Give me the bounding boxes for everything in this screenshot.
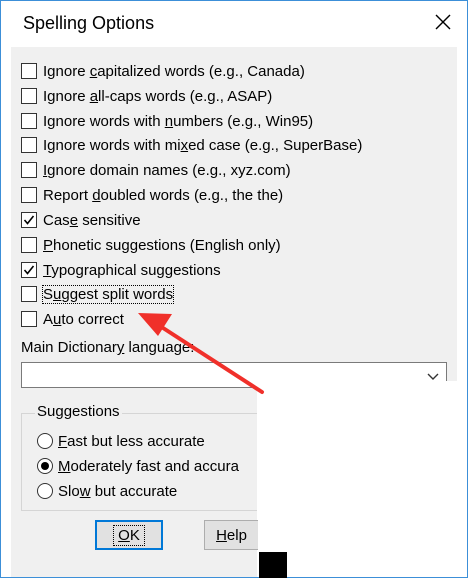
checkbox[interactable] — [21, 162, 37, 178]
spelling-options-dialog: Spelling Options Ignore capitalized word… — [0, 0, 468, 578]
close-icon — [435, 14, 451, 30]
radio-moderately-fast[interactable]: Moderately fast and accura — [37, 456, 239, 476]
checkbox[interactable] — [21, 137, 37, 153]
option-report-doubled-words[interactable]: Report doubled words (e.g., the the) — [21, 185, 283, 205]
checkbox[interactable] — [21, 237, 37, 253]
dialog-title: Spelling Options — [23, 13, 155, 33]
option-typographical-suggestions[interactable]: Typographical suggestions — [21, 260, 221, 280]
title-bar: Spelling Options — [1, 1, 467, 47]
option-label: Suggest split words — [41, 284, 175, 304]
radio-slow-accurate[interactable]: Slow but accurate — [37, 481, 177, 501]
option-suggest-split-words[interactable]: Suggest split words — [21, 284, 175, 304]
close-button[interactable] — [431, 10, 455, 34]
option-ignore-mixed-case[interactable]: Ignore words with mixed case (e.g., Supe… — [21, 135, 362, 155]
option-label: Report doubled words (e.g., the the) — [43, 186, 284, 204]
checkbox-checked[interactable] — [21, 262, 37, 278]
radio-label: Moderately fast and accura — [58, 457, 239, 475]
option-ignore-numbers[interactable]: Ignore words with numbers (e.g., Win95) — [21, 111, 313, 131]
radio-button[interactable] — [37, 483, 53, 499]
help-button[interactable]: Help — [204, 520, 258, 550]
option-label: Ignore words with mixed case (e.g., Supe… — [43, 136, 363, 154]
main-dictionary-label: Main Dictionary language: — [21, 339, 195, 356]
option-label: Ignore domain names (e.g., xyz.com) — [43, 161, 291, 179]
black-artifact — [259, 552, 287, 578]
checkmark-icon — [23, 265, 35, 275]
checkbox[interactable] — [21, 63, 37, 79]
option-label: Ignore capitalized words (e.g., Canada) — [43, 62, 305, 80]
checkbox[interactable] — [21, 286, 37, 302]
checkbox[interactable] — [21, 113, 37, 129]
checkmark-icon — [23, 215, 35, 225]
option-label: Ignore all-caps words (e.g., ASAP) — [43, 87, 273, 105]
option-label: Ignore words with numbers (e.g., Win95) — [43, 112, 314, 130]
ok-button-label: OK — [113, 524, 145, 546]
checkbox[interactable] — [21, 88, 37, 104]
option-phonetic-suggestions[interactable]: Phonetic suggestions (English only) — [21, 235, 281, 255]
checkbox[interactable] — [21, 311, 37, 327]
option-ignore-all-caps[interactable]: Ignore all-caps words (e.g., ASAP) — [21, 86, 272, 106]
radio-button[interactable] — [37, 433, 53, 449]
checkbox[interactable] — [21, 187, 37, 203]
cropped-region — [257, 381, 457, 577]
option-label: Typographical suggestions — [43, 261, 221, 279]
radio-fast-less-accurate[interactable]: Fast but less accurate — [37, 431, 205, 451]
radio-label: Slow but accurate — [58, 482, 178, 500]
help-button-label: Help — [216, 526, 247, 544]
option-ignore-capitalized[interactable]: Ignore capitalized words (e.g., Canada) — [21, 61, 305, 81]
radio-label: Fast but less accurate — [58, 432, 205, 450]
option-auto-correct[interactable]: Auto correct — [21, 309, 124, 329]
checkbox-checked[interactable] — [21, 212, 37, 228]
radio-button-selected[interactable] — [37, 458, 53, 474]
option-label: Auto correct — [43, 310, 124, 328]
option-label: Case sensitive — [43, 211, 141, 229]
option-case-sensitive[interactable]: Case sensitive — [21, 210, 141, 230]
ok-button[interactable]: OK — [95, 520, 163, 550]
option-label: Phonetic suggestions (English only) — [43, 236, 281, 254]
suggestions-group-title: Suggestions — [35, 403, 122, 420]
option-ignore-domain-names[interactable]: Ignore domain names (e.g., xyz.com) — [21, 160, 291, 180]
